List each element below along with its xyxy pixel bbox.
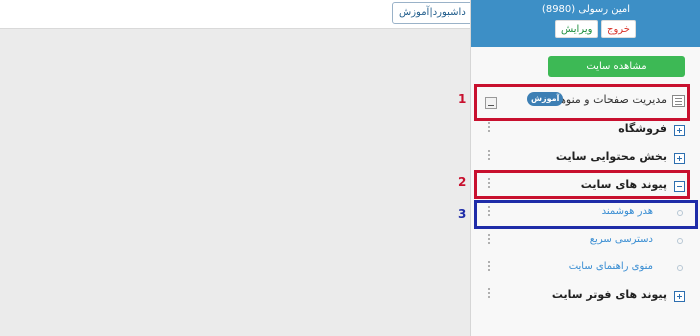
drag-handle-icon[interactable] (487, 122, 490, 134)
sidebar-item-label: بخش محتوایی سایت (555, 150, 667, 163)
sidebar-item-footer-links[interactable]: پیوند های فوتر سایت (471, 283, 700, 309)
sidebar-subitem-label: منوی راهنمای سایت (568, 261, 653, 272)
sidebar-subitem-quick-access[interactable]: دسترسی سریع (471, 229, 700, 255)
sidebar-item-label: پیوند های فوتر سایت (551, 288, 667, 301)
annotation-number-2: 2 (458, 175, 467, 189)
sidebar-subitem-help-menu[interactable]: منوی راهنمای سایت (471, 256, 700, 282)
annotation-number-1: 1 (458, 92, 467, 106)
highlight-box-3 (474, 200, 698, 229)
sidebar-item-label: فروشگاه (618, 122, 667, 135)
expand-icon[interactable] (674, 153, 685, 164)
expand-icon[interactable] (674, 125, 685, 136)
view-site-button[interactable]: مشاهده سایت (548, 56, 685, 77)
user-box: امین رسولی (8980) ویرایش خروج (471, 0, 700, 47)
user-name: امین رسولی (8980) (541, 4, 631, 15)
edit-profile-button[interactable]: ویرایش (555, 20, 599, 38)
drag-handle-icon[interactable] (487, 261, 490, 273)
bullet-icon (677, 265, 683, 271)
bullet-icon (677, 238, 683, 244)
annotation-number-3: 3 (458, 207, 467, 221)
main-topbar: داشبورد|آموزش (0, 0, 473, 29)
drag-handle-icon[interactable] (487, 234, 490, 246)
dashboard-tutorial-tab[interactable]: داشبورد|آموزش (392, 2, 473, 24)
sidebar-subitem-label: دسترسی سریع (589, 234, 653, 245)
sidebar: امین رسولی (8980) ویرایش خروج مشاهده سای… (470, 0, 700, 336)
drag-handle-icon[interactable] (487, 288, 490, 300)
highlight-box-2 (474, 170, 690, 199)
logout-button[interactable]: خروج (601, 20, 636, 38)
expand-icon[interactable] (674, 291, 685, 302)
highlight-box-1 (474, 84, 690, 121)
main-content-area (0, 29, 470, 336)
drag-handle-icon[interactable] (487, 150, 490, 162)
sidebar-item-content[interactable]: بخش محتوایی سایت (471, 145, 700, 171)
